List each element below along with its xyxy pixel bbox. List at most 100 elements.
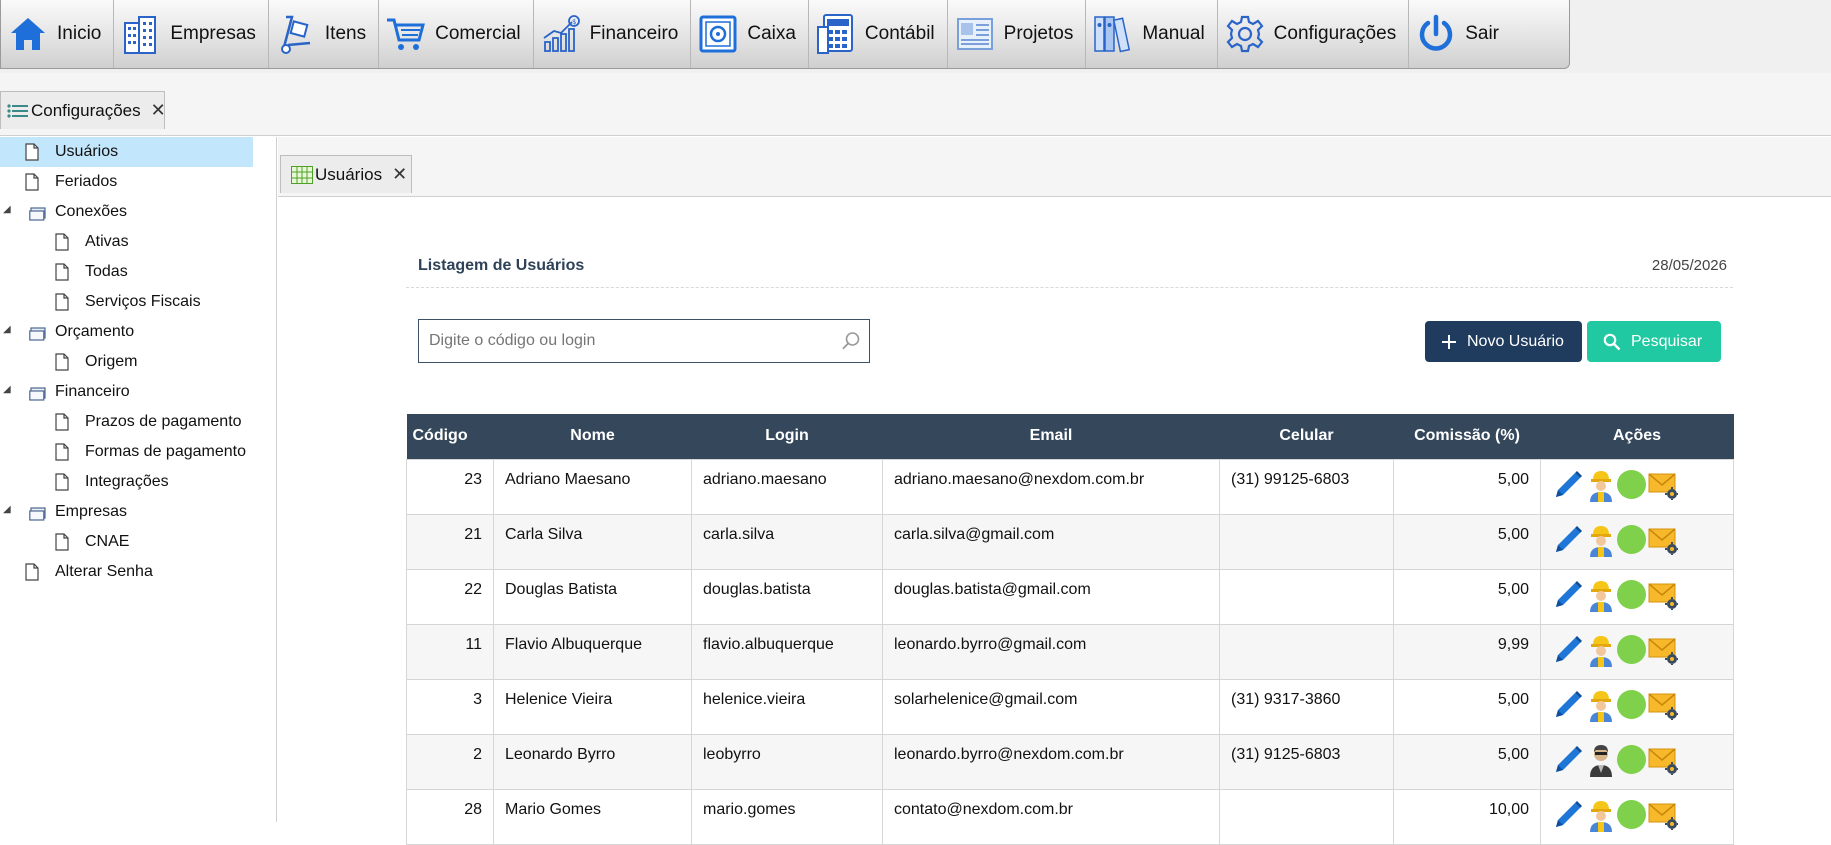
column-header-celular[interactable]: Celular <box>1219 414 1394 459</box>
menu-item-label: Configurações <box>1273 23 1397 44</box>
tab-configuracoes[interactable]: Configurações ✕ <box>0 91 166 129</box>
menu-item-sair[interactable]: Sair <box>1409 0 1511 68</box>
status-active-icon[interactable] <box>1617 580 1646 614</box>
new-user-button[interactable]: Novo Usuário <box>1425 321 1582 362</box>
email-settings-icon[interactable] <box>1648 745 1678 780</box>
email-settings-icon[interactable] <box>1648 635 1678 670</box>
status-active-icon[interactable] <box>1617 800 1646 834</box>
page-icon <box>55 233 71 251</box>
tree-item-todas[interactable]: Todas <box>0 257 253 287</box>
menu-item-comercial[interactable]: Comercial <box>379 0 534 68</box>
tree-item-financeiro[interactable]: ◢ Financeiro <box>0 377 253 407</box>
menu-item-empresas[interactable]: Empresas <box>114 0 269 68</box>
table-row[interactable]: 3 Helenice Vieira helenice.vieira solarhele… <box>406 678 1734 735</box>
cell-email: contato@nexdom.com.br <box>882 788 1220 845</box>
worker-user-icon[interactable] <box>1587 688 1615 727</box>
menu-item-label: Caixa <box>747 23 796 44</box>
cell-celular: (31) 99125-6803 <box>1219 458 1394 515</box>
tree-item-origem[interactable]: Origem <box>0 347 253 377</box>
tree-item-prazos-de-pagamento[interactable]: Prazos de pagamento <box>0 407 253 437</box>
email-settings-icon[interactable] <box>1648 800 1678 835</box>
column-header-login[interactable]: Login <box>691 414 883 459</box>
tree-item-label: Integrações <box>85 473 169 490</box>
menu-item-financeiro[interactable]: $ Financeiro <box>534 0 692 68</box>
column-header-email[interactable]: Email <box>882 414 1220 459</box>
cell-login: carla.silva <box>691 513 883 570</box>
search-input[interactable] <box>419 332 819 350</box>
cell-comissao: 5,00 <box>1393 458 1541 515</box>
search-icon[interactable] <box>841 331 861 356</box>
table-row[interactable]: 11 Flavio Albuquerque flavio.albuquerque le… <box>406 623 1734 680</box>
menu-item-contabil[interactable]: Contábil <box>809 0 948 68</box>
worker-user-icon[interactable] <box>1587 633 1615 672</box>
settings-tree: Usuários Feriados ◢ Conexões Ativas Todas Serv… <box>0 137 277 822</box>
close-icon[interactable]: ✕ <box>392 164 407 185</box>
table-row[interactable]: 21 Carla Silva carla.silva carla.silva@gmai… <box>406 513 1734 570</box>
svg-text:$: $ <box>572 18 576 26</box>
email-settings-icon[interactable] <box>1648 690 1678 725</box>
tree-item-usuarios[interactable]: Usuários <box>0 137 253 167</box>
expand-arrow-icon[interactable]: ◢ <box>3 204 11 215</box>
search-button[interactable]: Pesquisar <box>1587 321 1721 362</box>
column-header-nome[interactable]: Nome <box>493 414 692 459</box>
admin-user-icon[interactable] <box>1587 743 1615 782</box>
expand-arrow-icon[interactable]: ◢ <box>3 324 11 335</box>
edit-pencil-icon[interactable] <box>1551 633 1585 672</box>
edit-pencil-icon[interactable] <box>1551 798 1585 837</box>
status-active-icon[interactable] <box>1617 635 1646 669</box>
tree-item-conexoes[interactable]: ◢ Conexões <box>0 197 253 227</box>
email-settings-icon[interactable] <box>1648 580 1678 615</box>
tree-item-formas-de-pagamento[interactable]: Formas de pagamento <box>0 437 253 467</box>
tab-usuarios[interactable]: Usuários ✕ <box>280 155 412 193</box>
tree-item-integracoes[interactable]: Integrações <box>0 467 253 497</box>
table-row[interactable]: 2 Leonardo Byrro leobyrro leonardo.byrro@ne… <box>406 733 1734 790</box>
gear-icon <box>1222 11 1268 57</box>
column-header-codigo[interactable]: Código <box>406 414 494 459</box>
menu-item-caixa[interactable]: Caixa <box>691 0 809 68</box>
cell-nome: Carla Silva <box>493 513 692 570</box>
worker-user-icon[interactable] <box>1587 523 1615 562</box>
search-icon <box>1603 333 1621 351</box>
edit-pencil-icon[interactable] <box>1551 743 1585 782</box>
expand-arrow-icon[interactable]: ◢ <box>3 384 11 395</box>
edit-pencil-icon[interactable] <box>1551 688 1585 727</box>
cell-acoes <box>1540 458 1734 515</box>
tree-item-empresas[interactable]: ◢ Empresas <box>0 497 253 527</box>
tree-item-orcamento[interactable]: ◢ Orçamento <box>0 317 253 347</box>
table-row[interactable]: 28 Mario Gomes mario.gomes contato@nexdom.c… <box>406 788 1734 845</box>
status-active-icon[interactable] <box>1617 745 1646 779</box>
menu-item-itens[interactable]: Itens <box>269 0 380 68</box>
menu-item-label: Comercial <box>435 23 521 44</box>
expand-arrow-icon[interactable]: ◢ <box>3 504 11 515</box>
edit-pencil-icon[interactable] <box>1551 468 1585 507</box>
cell-nome: Douglas Batista <box>493 568 692 625</box>
email-settings-icon[interactable] <box>1648 470 1678 505</box>
column-header-comissao[interactable]: Comissão (%) <box>1393 414 1541 459</box>
menu-item-inicio[interactable]: Inicio <box>1 0 115 68</box>
cell-nome: Adriano Maesano <box>493 458 692 515</box>
tree-item-alterar-senha[interactable]: Alterar Senha <box>0 557 253 587</box>
status-active-icon[interactable] <box>1617 525 1646 559</box>
table-row[interactable]: 22 Douglas Batista douglas.batista douglas.… <box>406 568 1734 625</box>
menu-item-projetos[interactable]: Projetos <box>948 0 1087 68</box>
tree-item-servicos-fiscais[interactable]: Serviços Fiscais <box>0 287 253 317</box>
tab-label: Configurações <box>31 100 141 120</box>
edit-pencil-icon[interactable] <box>1551 523 1585 562</box>
worker-user-icon[interactable] <box>1587 578 1615 617</box>
tree-item-ativas[interactable]: Ativas <box>0 227 253 257</box>
cell-celular <box>1219 568 1394 625</box>
edit-pencil-icon[interactable] <box>1551 578 1585 617</box>
status-active-icon[interactable] <box>1617 470 1646 504</box>
table-row[interactable]: 23 Adriano Maesano adriano.maesano adriano.… <box>406 458 1734 515</box>
menu-item-configuracoes[interactable]: Configurações <box>1218 0 1410 68</box>
page-icon <box>25 173 41 191</box>
worker-user-icon[interactable] <box>1587 798 1615 837</box>
email-settings-icon[interactable] <box>1648 525 1678 560</box>
worker-user-icon[interactable] <box>1587 468 1615 507</box>
close-icon[interactable]: ✕ <box>151 100 166 121</box>
cell-login: helenice.vieira <box>691 678 883 735</box>
tree-item-feriados[interactable]: Feriados <box>0 167 253 197</box>
menu-item-manual[interactable]: Manual <box>1086 0 1218 68</box>
status-active-icon[interactable] <box>1617 690 1646 724</box>
tree-item-cnae[interactable]: CNAE <box>0 527 253 557</box>
